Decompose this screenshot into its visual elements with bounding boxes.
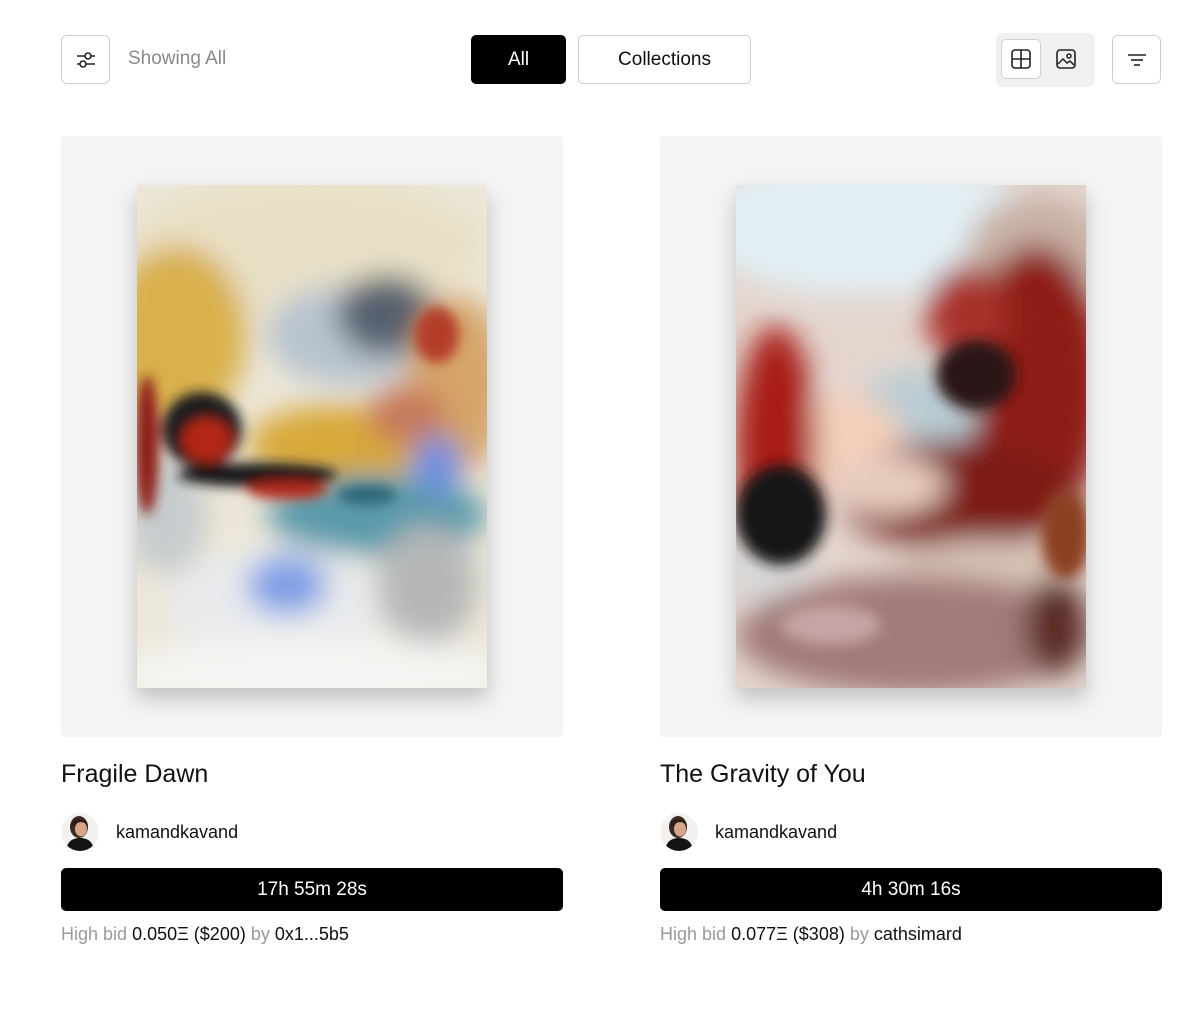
bid-by-label: by [250, 924, 270, 944]
image-icon [1056, 49, 1076, 69]
showing-label: Showing All [128, 48, 227, 69]
bid-label: High bid [61, 924, 128, 944]
tab-all[interactable]: All [471, 35, 566, 84]
creator-name[interactable]: kamandkavand [715, 822, 837, 843]
artwork-card[interactable]: The Gravity of You kamandkavand 4h 30m 1… [660, 136, 1162, 945]
auction-timer: 4h 30m 16s [660, 868, 1162, 911]
artwork-image[interactable] [736, 185, 1086, 688]
bid-label: High bid [660, 924, 727, 944]
bidder[interactable]: 0x1...5b5 [275, 924, 349, 944]
sort-lines-icon [1127, 53, 1146, 66]
artwork-card[interactable]: Fragile Dawn kamandkavand 17h 55m 28s Hi… [61, 136, 563, 945]
creator[interactable]: kamandkavand [660, 811, 1162, 853]
sliders-icon [76, 51, 95, 68]
filter-button[interactable] [61, 35, 110, 84]
view-toggle [996, 33, 1095, 87]
auction-timer: 17h 55m 28s [61, 868, 563, 911]
artwork-image[interactable] [137, 185, 487, 688]
tab-collections[interactable]: Collections [578, 35, 751, 84]
high-bid: High bid 0.077Ξ ($308) by cathsimard [660, 924, 1162, 945]
artwork-frame[interactable] [660, 136, 1162, 737]
high-bid: High bid 0.050Ξ ($200) by 0x1...5b5 [61, 924, 563, 945]
grid-icon [1011, 49, 1031, 69]
avatar[interactable] [660, 813, 698, 851]
avatar[interactable] [61, 813, 99, 851]
image-view-button[interactable] [1046, 39, 1086, 79]
bidder[interactable]: cathsimard [874, 924, 962, 944]
artwork-title[interactable]: Fragile Dawn [61, 760, 563, 789]
bid-amount: 0.050Ξ ($200) [132, 924, 246, 944]
artwork-title[interactable]: The Gravity of You [660, 760, 1162, 789]
bid-amount: 0.077Ξ ($308) [731, 924, 845, 944]
toolbar: Showing All All Collections [0, 0, 1200, 120]
creator-name[interactable]: kamandkavand [116, 822, 238, 843]
artwork-frame[interactable] [61, 136, 563, 737]
creator[interactable]: kamandkavand [61, 811, 563, 853]
grid-view-button[interactable] [1001, 39, 1041, 79]
sort-button[interactable] [1112, 35, 1161, 84]
bid-by-label: by [849, 924, 869, 944]
